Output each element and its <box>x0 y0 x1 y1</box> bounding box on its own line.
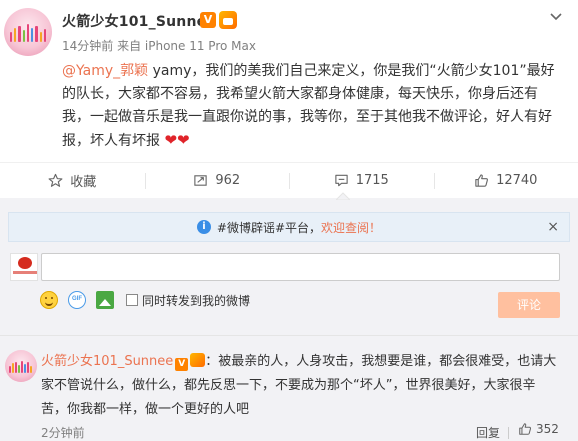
emoji-icon[interactable] <box>40 291 58 309</box>
current-user-avatar[interactable] <box>10 253 38 281</box>
repost-icon <box>194 175 208 186</box>
comment-like-count: 352 <box>536 422 559 436</box>
member-badge-icon <box>219 11 237 29</box>
post-content: @Yamy_郭颖 yamy，我们的美我们自己来定义，你是我们“火箭少女101”最… <box>62 60 562 153</box>
caret-pointer <box>336 192 350 200</box>
like-icon <box>475 174 489 187</box>
divider <box>508 427 509 439</box>
notice-text: #微博辟谣#平台， <box>216 220 322 235</box>
user-logo-mark <box>13 271 37 274</box>
chevron-down-icon[interactable] <box>548 9 564 25</box>
info-icon: i <box>196 220 211 234</box>
comment-avatar-graphic <box>9 361 33 373</box>
mention-link[interactable]: @Yamy_郭颖 <box>62 63 148 79</box>
comment-count: 1715 <box>355 173 389 188</box>
comment-author-avatar[interactable] <box>5 350 37 382</box>
comment-author-name[interactable]: 火箭少女101_Sunnee <box>41 354 173 369</box>
author-avatar[interactable] <box>4 8 52 56</box>
comment-button[interactable]: 1715 <box>289 163 434 198</box>
rumor-notice-banner: i #微博辟谣#平台， 欢迎查阅！ × <box>8 212 570 242</box>
comment-like-button[interactable]: 352 <box>518 422 559 436</box>
repost-checkbox[interactable] <box>126 294 138 306</box>
composer-tools: GIF 同时转发到我的微博 <box>40 290 250 310</box>
favorite-label: 收藏 <box>70 175 97 190</box>
comment-item: 火箭少女101_Sunnee V ：被最亲的人，人身攻击，我想要是谁，都会很难受，也… <box>41 350 561 422</box>
reply-button[interactable]: 回复 <box>476 424 500 441</box>
heart-icon: ❤❤ <box>164 131 190 149</box>
image-icon[interactable] <box>96 291 114 309</box>
comment-input[interactable] <box>41 253 560 281</box>
member-badge-icon <box>190 353 206 367</box>
post-actions-bar: 收藏 962 1715 12740 <box>0 162 578 198</box>
weibo-post: 火箭少女101_Sunnee V 14分钟前 来自 iPhone 11 Pro … <box>0 0 578 160</box>
repost-count: 962 <box>215 173 241 188</box>
author-name[interactable]: 火箭少女101_Sunnee <box>62 11 216 31</box>
user-logo-icon <box>18 257 32 269</box>
submit-comment-button[interactable]: 评论 <box>498 292 560 318</box>
star-icon <box>48 173 63 187</box>
favorite-button[interactable]: 收藏 <box>0 163 145 198</box>
close-icon[interactable]: × <box>547 219 559 235</box>
divider <box>0 335 578 336</box>
comment-time: 2分钟前 <box>41 426 85 440</box>
like-icon <box>519 423 532 435</box>
comment-icon <box>335 174 348 187</box>
verified-badge-icon: V <box>200 12 216 28</box>
notice-link[interactable]: 欢迎查阅！ <box>321 219 381 236</box>
gif-icon[interactable]: GIF <box>68 291 86 309</box>
repost-button[interactable]: 962 <box>144 163 290 198</box>
like-button[interactable]: 12740 <box>433 163 578 198</box>
verified-badge-icon: V <box>175 358 189 371</box>
post-meta: 14分钟前 来自 iPhone 11 Pro Max <box>62 39 256 53</box>
like-count: 12740 <box>496 173 538 188</box>
repost-checkbox-label: 同时转发到我的微博 <box>142 293 251 308</box>
avatar-graphic <box>10 24 46 42</box>
